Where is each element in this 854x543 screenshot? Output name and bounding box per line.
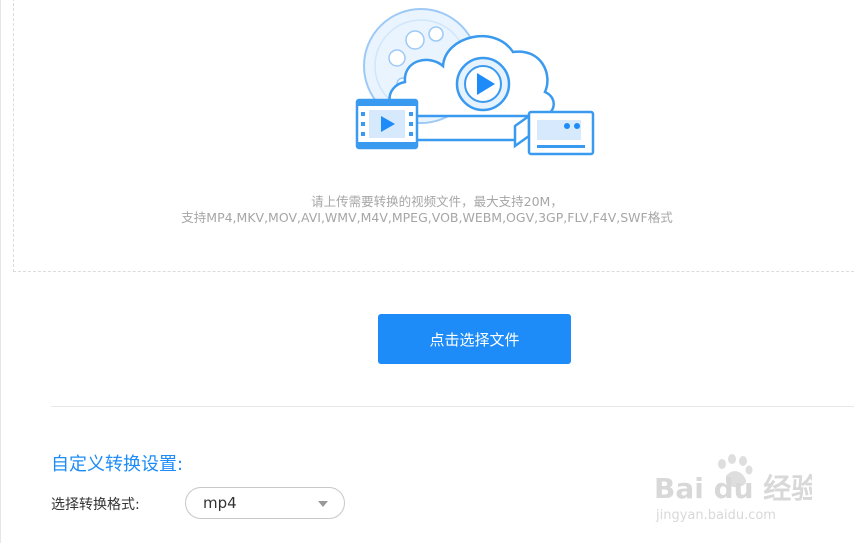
video-cloud-upload-illustration	[355, 8, 595, 156]
chevron-down-icon	[318, 501, 328, 507]
choose-file-button[interactable]: 点击选择文件	[378, 314, 571, 364]
section-divider	[51, 406, 854, 407]
format-select-value: mp4	[203, 494, 237, 512]
baidu-jingyan-watermark: Bai du 经验 jingyan.baidu.com	[654, 454, 812, 523]
format-label: 选择转换格式:	[51, 497, 140, 513]
watermark-brand: Bai du 经验	[654, 472, 812, 505]
format-select[interactable]: mp4	[185, 487, 345, 519]
watermark-url: jingyan.baidu.com	[655, 508, 776, 523]
left-border	[0, 0, 1, 543]
upload-hint-formats: 支持MP4,MKV,MOV,AVI,WMV,M4V,MPEG,VOB,WEBM,…	[181, 210, 673, 225]
upload-hint-size: 请上传需要转换的视频文件，最大支持20M，	[311, 194, 563, 209]
custom-settings-title: 自定义转换设置:	[51, 454, 184, 475]
